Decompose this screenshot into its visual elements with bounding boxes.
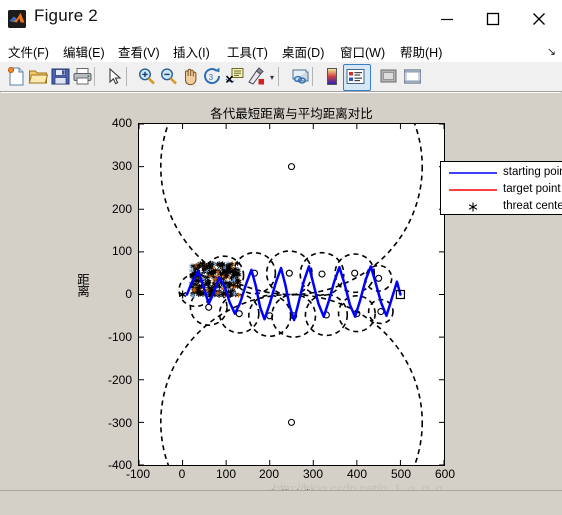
y-tick-label: -200 (107, 373, 132, 387)
open-file-icon[interactable] (28, 66, 50, 87)
status-bar (0, 490, 562, 515)
zoom-in-icon[interactable] (136, 66, 158, 87)
menu-item-view[interactable]: 查看(V) (118, 42, 160, 61)
menu-overflow-arrow-icon[interactable]: ↘ (547, 45, 556, 58)
x-tick-label: 500 (390, 467, 412, 481)
plot-area[interactable]: starting point target point (138, 123, 562, 466)
legend-entry-threat-center: threat center (441, 198, 562, 216)
link-plot-icon[interactable] (290, 66, 312, 87)
title-bar: Figure 2 (0, 0, 562, 38)
pointer-select-icon[interactable] (104, 66, 126, 87)
plot-tools-on-icon[interactable] (402, 66, 424, 87)
toolbar-separator (94, 67, 95, 86)
menu-item-insert[interactable]: 插入(I) (173, 42, 210, 61)
y-tick-label: -300 (107, 416, 132, 430)
menu-item-help[interactable]: 帮助(H) (400, 42, 442, 61)
y-tick-label: -400 (107, 458, 132, 472)
y-tick-label: 100 (111, 244, 132, 258)
svg-text:3: 3 (209, 73, 214, 82)
y-tick-label: 300 (111, 159, 132, 173)
legend-entry-target-point: target point (441, 181, 562, 199)
y-axis-label: 距离 (75, 273, 89, 296)
minimize-button[interactable] (424, 0, 470, 38)
matlab-figure-window: Figure 2 文件(F) 编辑(E) 查看(V) 插入(I) 工具(T) 桌… (0, 0, 562, 515)
menu-item-desktop[interactable]: 桌面(D) (282, 42, 324, 61)
menu-bar: 文件(F) 编辑(E) 查看(V) 插入(I) 工具(T) 桌面(D) 窗口(W… (0, 38, 562, 63)
menu-item-window[interactable]: 窗口(W) (340, 42, 385, 61)
x-tick-label: 300 (302, 467, 324, 481)
y-tick-label: -100 (107, 330, 132, 344)
plot-tools-off-icon[interactable] (378, 66, 400, 87)
toolbar-separator (312, 67, 313, 86)
menu-item-file[interactable]: 文件(F) (8, 42, 49, 61)
legend-entry-starting-point: starting point (441, 164, 562, 182)
figure-toolbar: 3 ▾ (0, 62, 562, 92)
figure-canvas: 各代最短距离与平均距离对比 距离 迭代次数 http://blog.csdn.n… (1, 92, 562, 503)
print-figure-icon[interactable] (72, 66, 94, 87)
plot-graphics (139, 124, 444, 465)
legend-label: target point (503, 183, 561, 195)
chart-title: 各代最短距离与平均距离对比 (210, 107, 373, 121)
menu-item-edit[interactable]: 编辑(E) (63, 42, 105, 61)
brush-dropdown-caret-icon[interactable]: ▾ (270, 73, 274, 82)
toolbar-separator (278, 67, 279, 86)
threat-center-cluster (188, 260, 242, 299)
menu-item-tools[interactable]: 工具(T) (227, 42, 268, 61)
legend-asterisk-icon (447, 198, 499, 216)
zoom-out-icon[interactable] (158, 66, 180, 87)
legend-icon[interactable] (345, 66, 367, 87)
x-tick-label: 0 (178, 467, 186, 481)
x-tick-label: 200 (258, 467, 280, 481)
brush-data-icon[interactable] (246, 66, 268, 87)
y-tick-label: 400 (111, 116, 132, 130)
pan-hand-icon[interactable] (180, 66, 202, 87)
toolbar-separator (126, 67, 127, 86)
y-tick-label: 0 (125, 287, 132, 301)
legend-label: starting point (503, 166, 562, 178)
new-figure-icon[interactable] (6, 66, 28, 87)
x-tick-label: 400 (346, 467, 368, 481)
x-tick-label: 600 (434, 467, 456, 481)
legend-line-blue-icon (447, 164, 499, 182)
data-cursor-icon[interactable] (224, 66, 246, 87)
legend-label: threat center (503, 200, 562, 212)
legend-line-red-icon (447, 181, 499, 199)
rotate-3d-icon[interactable]: 3 (202, 66, 224, 87)
colorbar-icon[interactable] (322, 66, 344, 87)
chart-legend[interactable]: starting point target point (440, 161, 562, 215)
axis-ticks (139, 124, 444, 465)
y-tick-label: 200 (111, 202, 132, 216)
matlab-logo-icon (8, 10, 26, 28)
save-figure-icon[interactable] (50, 66, 72, 87)
close-button[interactable] (516, 0, 562, 38)
maximize-button[interactable] (470, 0, 516, 38)
x-tick-label: 100 (215, 467, 237, 481)
window-title: Figure 2 (34, 6, 98, 25)
